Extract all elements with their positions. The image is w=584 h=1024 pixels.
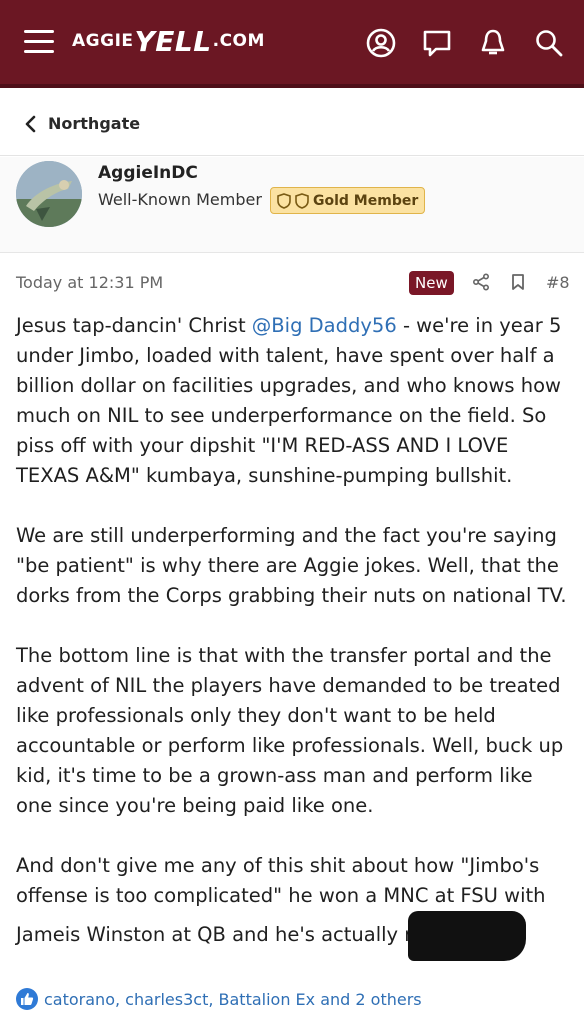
breadcrumb-label: Northgate: [48, 114, 141, 133]
share-icon[interactable]: [472, 273, 490, 291]
post-paragraph: We are still underperforming and the fac…: [16, 524, 567, 607]
chat-icon[interactable]: [420, 26, 454, 60]
user-mention[interactable]: @Big Daddy56: [252, 314, 397, 337]
site-header: AGGIE YELL .COM: [0, 0, 584, 88]
search-icon[interactable]: [532, 26, 566, 60]
breadcrumb[interactable]: Northgate: [0, 92, 584, 156]
site-logo[interactable]: AGGIE YELL .COM: [72, 24, 265, 58]
author-title: Well-Known Member: [98, 190, 262, 209]
like-icon: [16, 988, 38, 1010]
post-timestamp[interactable]: Today at 12:31 PM: [16, 273, 163, 292]
author-username[interactable]: AggieInDC: [98, 163, 198, 183]
post-meta: Today at 12:31 PM New #8: [0, 268, 584, 298]
post-paragraph: The bottom line is that with the transfe…: [16, 644, 564, 817]
logo-text-left: AGGIE: [72, 31, 134, 51]
post-text: - we're in year 5 under Jimbo, loaded wi…: [16, 314, 562, 487]
shield-icon: [295, 192, 309, 209]
bookmark-icon[interactable]: [510, 273, 526, 291]
gold-member-badge: Gold Member: [270, 187, 426, 214]
post-body: Jesus tap-dancin' Christ @Big Daddy56 - …: [16, 311, 572, 991]
reactions-text[interactable]: catorano, charles3ct, Battalion Ex and 2…: [44, 990, 422, 1009]
chevron-left-icon: [25, 115, 36, 132]
shield-icon: [277, 192, 291, 209]
new-badge: New: [409, 271, 454, 295]
logo-text-mid: YELL: [134, 24, 212, 58]
bell-icon[interactable]: [476, 26, 510, 60]
reactions-bar[interactable]: catorano, charles3ct, Battalion Ex and 2…: [16, 987, 422, 1011]
logo-text-right: .COM: [212, 31, 265, 51]
avatar[interactable]: [16, 161, 82, 227]
account-icon[interactable]: [364, 26, 398, 60]
post-author: AggieInDC Well-Known Member Gold Member: [0, 157, 584, 253]
menu-icon[interactable]: [24, 30, 54, 54]
post-paragraph: And don't give me any of this shit about…: [16, 851, 572, 961]
badge-label: Gold Member: [313, 192, 419, 209]
post-text: Jesus tap-dancin' Christ: [16, 314, 252, 337]
post-paragraph: Jesus tap-dancin' Christ @Big Daddy56 - …: [16, 311, 572, 491]
redaction-mark: [408, 911, 527, 961]
post-number[interactable]: #8: [546, 273, 570, 292]
